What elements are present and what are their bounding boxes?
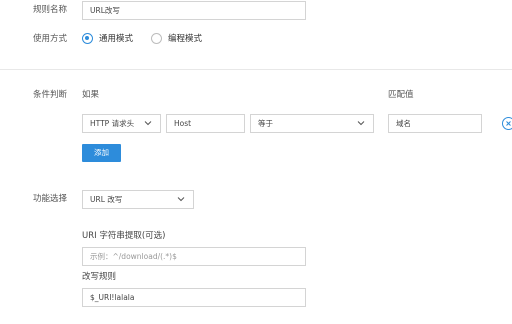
condition-type-select[interactable]: HTTP 请求头 xyxy=(82,114,161,133)
section-divider xyxy=(0,69,512,70)
condition-field-value: Host xyxy=(174,119,192,128)
radio-programming-label: 编程模式 xyxy=(168,34,203,44)
condition-label: 条件判断 xyxy=(33,90,68,100)
function-select-value: URL 改写 xyxy=(90,195,123,204)
uri-extract-placeholder: 示例：^/download/(.*)$ xyxy=(90,252,177,261)
radio-general-label: 通用模式 xyxy=(99,34,134,44)
condition-match-input[interactable]: 域名 xyxy=(388,114,482,133)
condition-match-value: 域名 xyxy=(396,119,411,128)
uri-extract-label: URI 字符串提取(可选) xyxy=(82,231,166,241)
radio-general-indicator[interactable] xyxy=(82,33,93,44)
rewrite-rule-value: $_URI!lalala xyxy=(90,293,135,302)
radio-option-general[interactable]: 通用模式 xyxy=(82,33,142,45)
chevron-down-icon xyxy=(177,197,185,202)
rewrite-rule-input[interactable]: $_URI!lalala xyxy=(82,288,306,307)
remove-condition-button[interactable] xyxy=(502,117,512,130)
rewrite-rule-label: 改写规则 xyxy=(82,272,117,282)
condition-operator-select[interactable]: 等于 xyxy=(250,114,374,133)
function-select[interactable]: URL 改写 xyxy=(82,190,194,209)
rule-name-label: 规则名称 xyxy=(33,5,68,15)
rule-name-value: URL改写 xyxy=(90,6,120,15)
rule-name-input[interactable]: URL改写 xyxy=(82,1,306,20)
condition-match-header: 匹配值 xyxy=(388,90,414,100)
condition-field-input[interactable]: Host xyxy=(166,114,245,133)
uri-extract-input[interactable]: 示例：^/download/(.*)$ xyxy=(82,247,306,266)
condition-type-value: HTTP 请求头 xyxy=(90,119,135,128)
radio-option-programming[interactable]: 编程模式 xyxy=(151,33,211,45)
add-condition-button[interactable]: 添加 xyxy=(82,144,121,162)
condition-if-header: 如果 xyxy=(82,90,100,100)
chevron-down-icon xyxy=(144,121,152,126)
function-label: 功能选择 xyxy=(33,194,68,204)
chevron-down-icon xyxy=(357,121,365,126)
close-circle-icon xyxy=(506,121,511,126)
usage-mode-label: 使用方式 xyxy=(33,34,68,44)
condition-operator-value: 等于 xyxy=(258,119,273,128)
radio-programming-indicator[interactable] xyxy=(151,33,162,44)
